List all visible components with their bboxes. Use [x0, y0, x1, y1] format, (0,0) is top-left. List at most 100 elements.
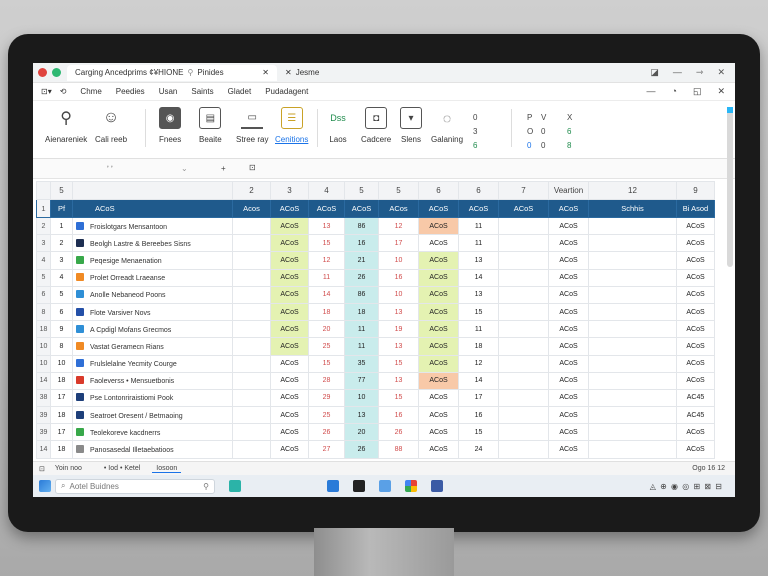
- col-header[interactable]: 5: [378, 181, 419, 200]
- table-row[interactable]: 8 6 Flote Varsiver Novs ACoS 18 18 13 ACoS 15 ACo…: [36, 302, 715, 322]
- item-name-cell[interactable]: Seatroet Oresent / Betmaoing: [72, 406, 233, 425]
- row-number[interactable]: 5: [36, 268, 51, 287]
- acos-cell[interactable]: ACoS: [418, 285, 459, 304]
- empty-cell[interactable]: [588, 234, 677, 253]
- value-cell[interactable]: 15: [458, 302, 499, 322]
- item-name-cell[interactable]: Froislotgars Mensantoon: [72, 216, 233, 236]
- acos-cell[interactable]: ACoS: [548, 440, 589, 459]
- value-cell[interactable]: 18: [344, 302, 379, 322]
- acos-cell[interactable]: ACoS: [418, 406, 459, 425]
- row-number[interactable]: 39: [36, 406, 51, 425]
- tab-inactive[interactable]: ✕ Jesme: [285, 68, 319, 77]
- empty-cell[interactable]: [498, 234, 549, 253]
- empty-cell[interactable]: [232, 388, 271, 408]
- row-index-cell[interactable]: 5: [50, 285, 73, 304]
- table-row[interactable]: 5 4 Prolet Orreadt Lraeanse ACoS 11 26 16 ACoS 1…: [36, 268, 715, 287]
- table-row[interactable]: 14 18 Panosasedal Illetaebatioos ACoS 27 26 88…: [36, 440, 715, 459]
- row-index-cell[interactable]: 18: [50, 440, 73, 459]
- table-row[interactable]: 38 17 Pse Lontonriraistiomi Pook ACoS 29 10 15…: [36, 388, 715, 408]
- header-cell[interactable]: ACoS: [72, 199, 233, 218]
- empty-cell[interactable]: [588, 354, 677, 373]
- item-name-cell[interactable]: Vastat Geramecn Rians: [72, 337, 233, 356]
- row-index-cell[interactable]: 8: [50, 337, 73, 356]
- row-index-cell[interactable]: 2: [50, 234, 73, 253]
- value-cell[interactable]: 21: [344, 251, 379, 270]
- acos-cell[interactable]: ACoS: [270, 302, 309, 322]
- scrollbar-thumb[interactable]: [727, 107, 733, 113]
- acos-cell[interactable]: ACoS: [270, 251, 309, 270]
- value-cell[interactable]: 11: [344, 320, 379, 339]
- empty-cell[interactable]: [232, 234, 271, 253]
- value-cell[interactable]: 10: [378, 285, 419, 304]
- value-cell[interactable]: 16: [344, 234, 379, 253]
- value-cell[interactable]: 10: [344, 388, 379, 408]
- row-number[interactable]: 38: [36, 388, 51, 408]
- table-row[interactable]: 39 17 Teolekoreve kacdnerrs ACoS 26 20 26 ACoS 1…: [36, 423, 715, 442]
- ribbon-button[interactable]: ◘ Cadcere: [361, 107, 391, 144]
- empty-cell[interactable]: [588, 251, 677, 270]
- row-number[interactable]: 8: [36, 302, 51, 322]
- header-cell[interactable]: ACoS: [548, 199, 589, 218]
- acos-cell[interactable]: ACoS: [418, 388, 459, 408]
- empty-cell[interactable]: [588, 337, 677, 356]
- value-cell[interactable]: 16: [378, 406, 419, 425]
- item-name-cell[interactable]: Frulslelalne Yecmity Courge: [72, 354, 233, 373]
- ribbon-button[interactable]: ⚲ Aienareniek: [45, 107, 87, 144]
- col-header[interactable]: 3: [270, 181, 309, 200]
- row-index-cell[interactable]: 1: [50, 216, 73, 236]
- minimize-icon[interactable]: —: [647, 86, 656, 97]
- acos-cell[interactable]: ACoS: [676, 251, 715, 270]
- acos-cell[interactable]: ACoS: [548, 268, 589, 287]
- value-cell[interactable]: 26: [344, 440, 379, 459]
- app-icon[interactable]: [431, 480, 443, 492]
- item-name-cell[interactable]: Pse Lontonriraistiomi Pook: [72, 388, 233, 408]
- value-cell[interactable]: 13: [378, 337, 419, 356]
- empty-cell[interactable]: [232, 423, 271, 442]
- table-row[interactable]: 6 5 Anolle Nebaneod Poons ACoS 14 86 10 ACoS 13 A…: [36, 285, 715, 304]
- row-index-cell[interactable]: 18: [50, 371, 73, 390]
- row-number[interactable]: 18: [36, 320, 51, 339]
- value-cell[interactable]: 35: [344, 354, 379, 373]
- acos-cell[interactable]: ACoS: [676, 371, 715, 390]
- acos-cell[interactable]: ACoS: [548, 406, 589, 425]
- empty-cell[interactable]: [588, 285, 677, 304]
- row-number[interactable]: 1: [36, 199, 51, 218]
- account-icon[interactable]: ◪: [650, 67, 659, 78]
- vertical-scrollbar[interactable]: [727, 107, 733, 267]
- row-number[interactable]: 6: [36, 285, 51, 304]
- acos-cell[interactable]: ACoS: [418, 320, 459, 339]
- ribbon-button[interactable]: Dss Laos: [325, 107, 351, 144]
- acos-cell[interactable]: ACoS: [270, 354, 309, 373]
- close-icon[interactable]: ✕: [262, 68, 269, 77]
- ribbon-button[interactable]: ◌ Galaning: [431, 107, 463, 144]
- row-number[interactable]: 3: [36, 234, 51, 253]
- empty-cell[interactable]: [498, 337, 549, 356]
- ribbon-button[interactable]: ◉ Fnees: [159, 107, 181, 144]
- empty-cell[interactable]: [498, 388, 549, 408]
- value-cell[interactable]: 16: [458, 406, 499, 425]
- row-index-cell[interactable]: 10: [50, 354, 73, 373]
- sheet-nav-icon[interactable]: ⊡: [39, 465, 45, 473]
- table-row[interactable]: 10 8 Vastat Geramecn Rians ACoS 25 11 13 ACoS 18…: [36, 337, 715, 356]
- value-cell[interactable]: 15: [458, 423, 499, 442]
- header-cell[interactable]: ACoS: [418, 199, 459, 218]
- acos-cell[interactable]: ACoS: [418, 354, 459, 373]
- empty-cell[interactable]: [588, 406, 677, 425]
- value-cell[interactable]: 77: [344, 371, 379, 390]
- cell-reference[interactable]: ʼ ʼ: [107, 165, 113, 174]
- col-header[interactable]: 9: [676, 181, 715, 200]
- value-cell[interactable]: 12: [378, 216, 419, 236]
- acos-cell[interactable]: ACoS: [270, 371, 309, 390]
- acos-cell[interactable]: ACoS: [676, 234, 715, 253]
- row-index-cell[interactable]: 6: [50, 302, 73, 322]
- acos-cell[interactable]: ACoS: [270, 337, 309, 356]
- ribbon-button[interactable]: ▤ Beaite: [199, 107, 222, 144]
- acos-cell[interactable]: ACoS: [418, 371, 459, 390]
- header-cell[interactable]: Acos: [232, 199, 271, 218]
- empty-cell[interactable]: [232, 337, 271, 356]
- acos-cell[interactable]: ACoS: [676, 337, 715, 356]
- acos-cell[interactable]: ACoS: [548, 371, 589, 390]
- row-index-cell[interactable]: 18: [50, 406, 73, 425]
- empty-cell[interactable]: [588, 423, 677, 442]
- empty-cell[interactable]: [232, 354, 271, 373]
